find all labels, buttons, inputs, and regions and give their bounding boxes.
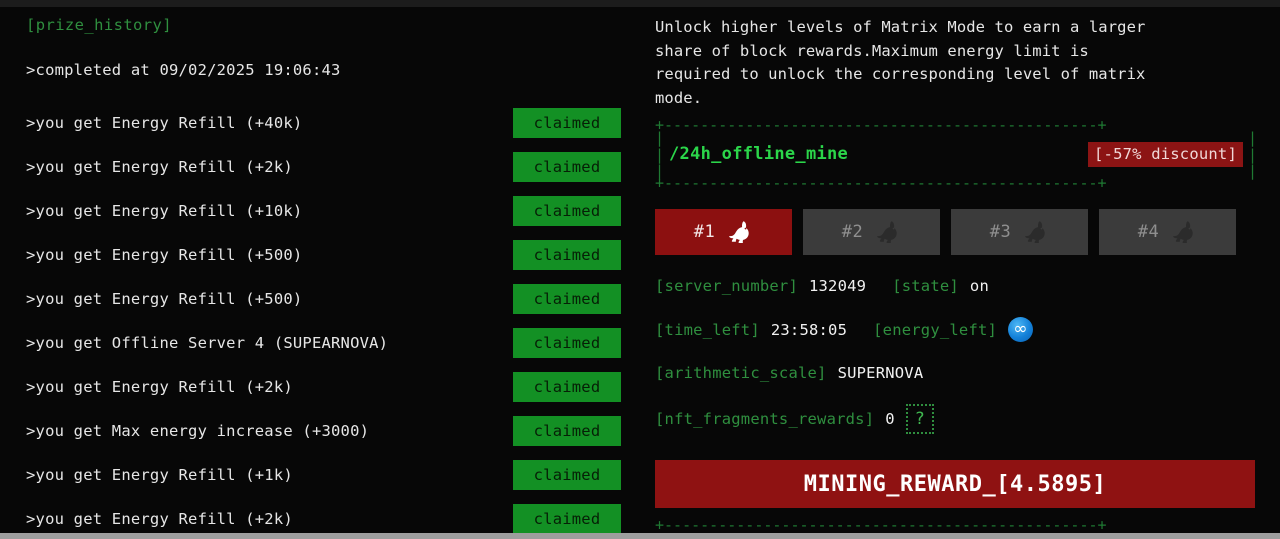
prize-row: >you get Energy Refill (+40k) claimed — [0, 101, 633, 145]
nft-fragments-row: [nft_fragments_rewards] 0 ? — [655, 404, 1260, 434]
prize-text: >you get Max energy increase (+3000) — [26, 422, 370, 440]
matrix-mode-panel: Unlock higher levels of Matrix Mode to e… — [633, 7, 1280, 533]
offline-mine-header-content: /24h_offline_mine [-57% discount] — [669, 131, 1243, 177]
status-badge: claimed — [513, 240, 621, 270]
arithmetic-scale-label: [arithmetic_scale] — [655, 364, 827, 382]
prize-text: >you get Energy Refill (+40k) — [26, 114, 303, 132]
arithmetic-scale-value: SUPERNOVA — [837, 364, 924, 382]
server-tab-3[interactable]: #3 — [951, 209, 1088, 255]
nft-fragments-label: [nft_fragments_rewards] — [655, 410, 875, 428]
state-label: [state] — [892, 277, 959, 295]
prize-row: >you get Energy Refill (+10k) claimed — [0, 189, 633, 233]
window-top-strip — [0, 0, 1280, 7]
status-badge: claimed — [513, 284, 621, 314]
prize-history-panel: [prize_history] >completed at 09/02/2025… — [0, 7, 633, 533]
server-number-and-state-row: [server_number] 132049 [state] on — [655, 277, 1260, 295]
ascii-rule-bottom: +---------------------------------------… — [655, 175, 1107, 191]
prize-row: >you get Energy Refill (+1k) claimed — [0, 453, 633, 497]
ascii-rule-footer: +---------------------------------------… — [655, 517, 1107, 533]
server-tab-4[interactable]: #4 — [1099, 209, 1236, 255]
prize-row: >you get Energy Refill (+2k) claimed — [0, 497, 633, 533]
time-left-value: 23:58:05 — [770, 320, 848, 339]
status-badge: claimed — [513, 372, 621, 402]
server-tab-label: #1 — [693, 222, 716, 242]
status-badge: claimed — [513, 460, 621, 490]
server-number-label: [server_number] — [655, 277, 798, 295]
ascii-side-right: | | | — [1248, 130, 1258, 180]
prize-text: >you get Energy Refill (+2k) — [26, 158, 293, 176]
server-tab-1[interactable]: #1 — [655, 209, 792, 255]
offline-mine-title: /24h_offline_mine — [669, 144, 849, 164]
discount-badge: [-57% discount] — [1088, 141, 1243, 167]
prize-text: >you get Energy Refill (+2k) — [26, 378, 293, 396]
server-tab-bar: #1 #2 #3 #4 — [655, 209, 1243, 255]
prize-row: >you get Max energy increase (+3000) clai… — [0, 409, 633, 453]
energy-left-label: [energy_left] — [873, 320, 998, 339]
app-stage: [prize_history] >completed at 09/02/2025… — [0, 7, 1280, 533]
prize-text: >you get Offline Server 4 (SUPEARNOVA) — [26, 334, 389, 352]
server-tab-label: #3 — [989, 222, 1012, 242]
status-badge: claimed — [513, 108, 621, 138]
prize-list: >you get Energy Refill (+40k) claimed >you… — [0, 101, 633, 533]
infinity-icon: ∞ — [1008, 317, 1034, 342]
rabbit-icon — [729, 221, 749, 243]
prize-row: >you get Energy Refill (+500) claimed — [0, 233, 633, 277]
prize-text: >you get Energy Refill (+500) — [26, 290, 303, 308]
server-tab-label: #4 — [1137, 222, 1160, 242]
prize-text: >you get Energy Refill (+2k) — [26, 510, 293, 528]
nft-fragments-value: 0 — [885, 410, 895, 428]
time-left-label: [time_left] — [655, 320, 760, 339]
ascii-side-left: | | | — [655, 130, 665, 180]
prize-row: >you get Offline Server 4 (SUPEARNOVA) cl… — [0, 321, 633, 365]
server-tab-label: #2 — [841, 222, 864, 242]
rabbit-icon — [1173, 221, 1193, 243]
server-number-value: 132049 — [808, 277, 867, 295]
help-icon[interactable]: ? — [905, 404, 934, 434]
time-left-and-energy-row: [time_left] 23:58:05 [energy_left] ∞ — [655, 317, 1260, 342]
prize-text: >you get Energy Refill (+1k) — [26, 466, 293, 484]
matrix-mode-description: Unlock higher levels of Matrix Mode to e… — [655, 18, 1146, 107]
window-bottom-strip — [0, 533, 1280, 539]
status-badge: claimed — [513, 416, 621, 446]
prize-text: >you get Energy Refill (+10k) — [26, 202, 303, 220]
mining-reward-button[interactable]: MINING_REWARD_[4.5895] — [655, 460, 1255, 508]
server-tab-2[interactable]: #2 — [803, 209, 940, 255]
prize-row: >you get Energy Refill (+500) claimed — [0, 277, 633, 321]
prize-row: >you get Energy Refill (+2k) claimed — [0, 365, 633, 409]
prize-text: >you get Energy Refill (+500) — [26, 246, 303, 264]
rabbit-icon — [1025, 221, 1045, 243]
status-badge: claimed — [513, 196, 621, 226]
completed-timestamp: >completed at 09/02/2025 19:06:43 — [26, 61, 341, 79]
state-value: on — [969, 277, 989, 295]
prize-row: >you get Energy Refill (+2k) claimed — [0, 145, 633, 189]
arithmetic-scale-row: [arithmetic_scale] SUPERNOVA — [655, 364, 1260, 382]
offline-mine-header-box: +---------------------------------------… — [655, 117, 1257, 191]
status-badge: claimed — [513, 504, 621, 533]
status-badge: claimed — [513, 152, 621, 182]
status-badge: claimed — [513, 328, 621, 358]
page-title: [prize_history] — [26, 16, 172, 34]
rabbit-icon — [877, 221, 897, 243]
